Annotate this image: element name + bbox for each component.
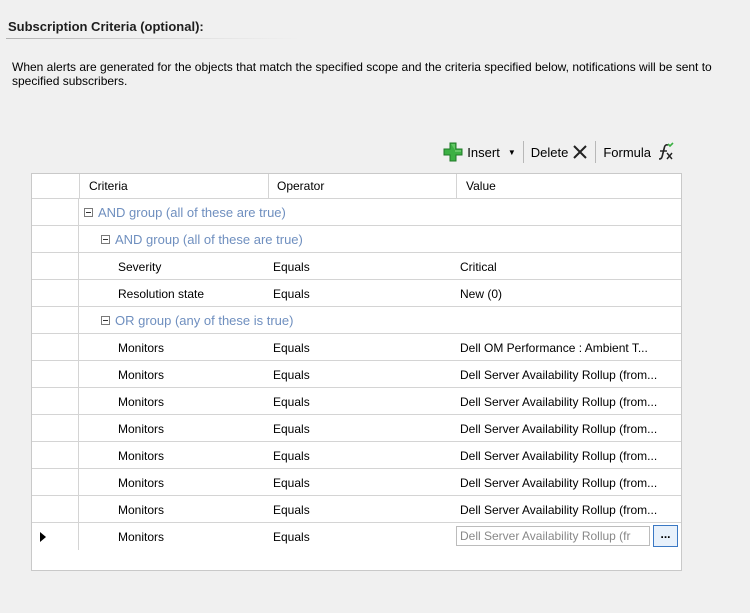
operator-cell[interactable]: Equals [273, 368, 310, 382]
chevron-down-icon: ▼ [507, 147, 516, 157]
delete-button[interactable]: Delete [526, 141, 594, 163]
table-row[interactable]: Resolution state Equals New (0) [32, 280, 681, 307]
plus-icon [443, 142, 463, 162]
group-label: OR group (any of these is true) [115, 313, 294, 328]
criteria-cell[interactable]: Monitors [118, 503, 164, 517]
table-row-current[interactable]: Monitors Equals Dell Server Availability… [32, 523, 681, 550]
operator-cell[interactable]: Equals [273, 476, 310, 490]
grid-header-row: Criteria Operator Value [32, 174, 681, 199]
row-selector[interactable] [32, 307, 79, 333]
table-row[interactable]: Monitors Equals Dell Server Availability… [32, 496, 681, 523]
criteria-cell[interactable]: Monitors [118, 476, 164, 490]
column-header-operator[interactable]: Operator [277, 179, 324, 193]
value-cell[interactable]: Dell Server Availability Rollup (from... [460, 368, 678, 382]
criteria-cell[interactable]: Severity [118, 260, 161, 274]
criteria-grid: Criteria Operator Value AND group (all o… [31, 173, 682, 571]
table-row[interactable]: Monitors Equals Dell Server Availability… [32, 442, 681, 469]
section-divider [6, 38, 302, 39]
delete-label: Delete [530, 144, 569, 160]
row-selector[interactable] [32, 469, 79, 495]
section-description: When alerts are generated for the object… [12, 60, 712, 88]
value-cell[interactable]: Dell OM Performance : Ambient T... [460, 341, 678, 355]
column-header-value[interactable]: Value [466, 179, 496, 193]
operator-cell[interactable]: Equals [273, 341, 310, 355]
formula-button[interactable]: Formula [598, 141, 680, 163]
value-cell[interactable]: Dell Server Availability Rollup (from... [460, 449, 678, 463]
table-row[interactable]: Monitors Equals Dell Server Availability… [32, 388, 681, 415]
close-icon [573, 145, 588, 159]
row-selector[interactable] [32, 361, 79, 387]
value-cell[interactable]: Dell Server Availability Rollup (from... [460, 422, 678, 436]
table-row[interactable]: Monitors Equals Dell OM Performance : Am… [32, 334, 681, 361]
formula-icon [658, 142, 674, 160]
operator-cell[interactable]: Equals [273, 449, 310, 463]
section-title: Subscription Criteria (optional): [8, 19, 204, 34]
operator-cell[interactable]: Equals [273, 287, 310, 301]
value-cell[interactable]: Critical [460, 260, 678, 274]
group-row-and[interactable]: AND group (all of these are true) [32, 199, 681, 226]
table-row[interactable]: Monitors Equals Dell Server Availability… [32, 361, 681, 388]
value-cell[interactable]: Dell Server Availability Rollup (from... [460, 395, 678, 409]
criteria-cell[interactable]: Monitors [118, 422, 164, 436]
table-row[interactable]: Monitors Equals Dell Server Availability… [32, 415, 681, 442]
row-selector[interactable] [32, 280, 79, 306]
row-selector[interactable] [32, 226, 79, 252]
collapse-icon[interactable] [101, 235, 110, 244]
table-row[interactable]: Monitors Equals Dell Server Availability… [32, 469, 681, 496]
table-row[interactable]: Severity Equals Critical [32, 253, 681, 280]
row-selector[interactable] [32, 442, 79, 468]
criteria-cell[interactable]: Monitors [118, 395, 164, 409]
group-row-and-nested[interactable]: AND group (all of these are true) [32, 226, 681, 253]
row-selector[interactable] [32, 253, 79, 279]
operator-cell[interactable]: Equals [273, 503, 310, 517]
criteria-toolbar: Insert ▼ Delete Formula [438, 140, 680, 164]
criteria-cell[interactable]: Monitors [118, 530, 164, 544]
toolbar-separator [595, 141, 597, 163]
value-edit-field[interactable]: Dell Server Availability Rollup (fr [456, 526, 650, 546]
operator-cell[interactable]: Equals [273, 260, 310, 274]
row-selector[interactable] [32, 388, 79, 414]
value-cell[interactable]: Dell Server Availability Rollup (from... [460, 503, 678, 517]
row-selector[interactable] [32, 523, 79, 550]
row-selector[interactable] [32, 334, 79, 360]
group-label: AND group (all of these are true) [115, 232, 303, 247]
criteria-cell[interactable]: Monitors [118, 449, 164, 463]
group-row-or[interactable]: OR group (any of these is true) [32, 307, 681, 334]
operator-cell[interactable]: Equals [273, 422, 310, 436]
row-selector[interactable] [32, 199, 79, 225]
collapse-icon[interactable] [84, 208, 93, 217]
collapse-icon[interactable] [101, 316, 110, 325]
criteria-cell[interactable]: Monitors [118, 341, 164, 355]
toolbar-separator [522, 141, 524, 163]
value-cell[interactable]: New (0) [460, 287, 678, 301]
column-header-criteria[interactable]: Criteria [89, 179, 128, 193]
row-selector[interactable] [32, 415, 79, 441]
operator-cell[interactable]: Equals [273, 530, 310, 544]
criteria-cell[interactable]: Resolution state [118, 287, 204, 301]
criteria-cell[interactable]: Monitors [118, 368, 164, 382]
insert-button[interactable]: Insert ▼ [438, 141, 520, 163]
insert-label: Insert [467, 144, 500, 160]
current-row-pointer-icon [40, 532, 46, 542]
row-selector-header[interactable] [32, 174, 80, 198]
formula-label: Formula [603, 144, 651, 160]
browse-value-button[interactable]: ... [653, 525, 678, 547]
value-cell[interactable]: Dell Server Availability Rollup (from... [460, 476, 678, 490]
row-selector[interactable] [32, 496, 79, 522]
operator-cell[interactable]: Equals [273, 395, 310, 409]
group-label: AND group (all of these are true) [98, 205, 286, 220]
